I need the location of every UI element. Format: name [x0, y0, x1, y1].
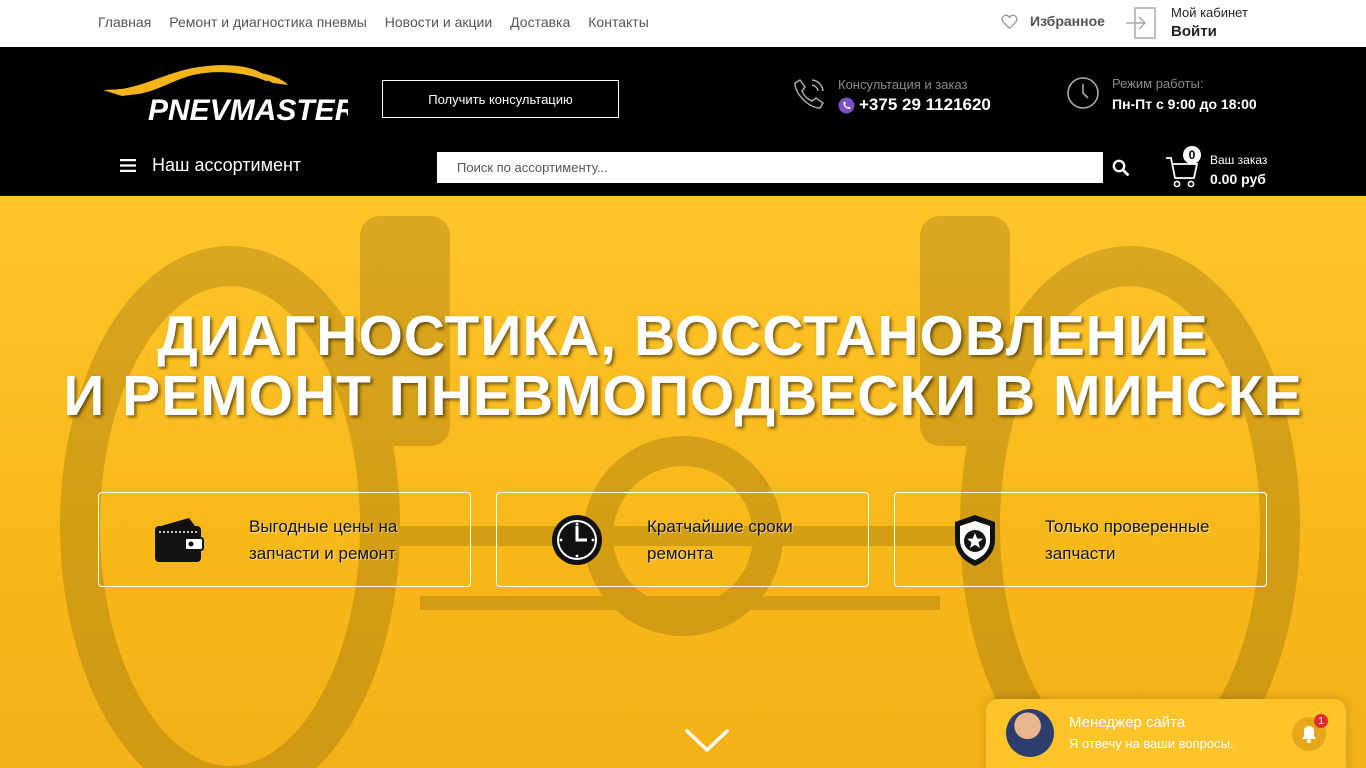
clock-icon [1067, 77, 1099, 109]
top-bar: Главная Ремонт и диагностика пневмы Ново… [0, 0, 1366, 47]
logo-text: PNEVMASTER [148, 94, 348, 125]
phone-number[interactable]: +375 29 1121620 [859, 95, 991, 115]
phone-icon [794, 79, 824, 109]
clock-icon [552, 515, 602, 565]
feature-card-quality: Только проверенные запчасти [894, 492, 1267, 587]
bell-icon [1302, 726, 1316, 743]
hours-block: Режим работы: Пн-Пт с 9:00 до 18:00 [1066, 76, 1257, 112]
viber-icon [838, 97, 855, 113]
hero-title-line-2: И РЕМОНТ ПНЕВМОПОДВЕСКИ В МИНСКЕ [63, 364, 1303, 428]
nav-link-delivery[interactable]: Доставка [510, 14, 570, 30]
cart-total: 0.00 руб [1210, 171, 1266, 187]
manager-avatar [1006, 709, 1054, 757]
assortment-menu-button[interactable]: Наш ассортимент [120, 155, 301, 176]
cart-button[interactable]: 0 Ваш заказ 0.00 руб [1165, 146, 1275, 190]
hero-title: ДИАГНОСТИКА, ВОССТАНОВЛЕНИЕ И РЕМОНТ ПНЕ… [0, 306, 1366, 426]
hamburger-icon [120, 159, 136, 172]
shield-star-icon [955, 515, 995, 566]
phone-block: Консультация и заказ +375 29 1121620 [792, 77, 991, 115]
cart-label: Ваш заказ [1210, 153, 1268, 167]
hero-title-line-1: ДИАГНОСТИКА, ВОССТАНОВЛЕНИЕ [157, 304, 1209, 368]
features-row: Выгодные цены на запчасти и ремонт Кратч… [98, 492, 1267, 587]
hours-caption: Режим работы: [1112, 76, 1204, 91]
login-link[interactable]: Мой кабинет Войти [1125, 5, 1248, 40]
top-nav: Главная Ремонт и диагностика пневмы Ново… [98, 14, 649, 30]
suspension-background-image [60, 216, 1300, 768]
chat-subtitle: Я отвечу на ваши вопросы. [1069, 736, 1234, 751]
site-logo[interactable]: PNEVMASTER [98, 63, 348, 125]
login-label: Войти [1171, 23, 1217, 40]
feature-card-speed: Кратчайшие сроки ремонта [496, 492, 869, 587]
feature-text-prices: Выгодные цены на запчасти и ремонт [249, 517, 398, 563]
search-button[interactable] [1106, 152, 1134, 183]
login-icon [1126, 6, 1156, 39]
assortment-label: Наш ассортимент [152, 155, 302, 175]
feature-text-speed: Кратчайшие сроки ремонта [647, 517, 793, 563]
notification-count-badge: 1 [1314, 714, 1328, 728]
nav-link-home[interactable]: Главная [98, 14, 151, 30]
hero-banner: ДИАГНОСТИКА, ВОССТАНОВЛЕНИЕ И РЕМОНТ ПНЕ… [0, 196, 1366, 768]
header: PNEVMASTER Получить консультацию Консуль… [0, 47, 1366, 196]
consultation-button[interactable]: Получить консультацию [382, 80, 619, 118]
cabinet-title: Мой кабинет [1171, 5, 1248, 20]
wallet-icon [155, 518, 204, 562]
hours-value: Пн-Пт с 9:00 до 18:00 [1112, 96, 1257, 112]
favorites-link[interactable]: Избранное [1001, 13, 1105, 29]
chat-widget[interactable]: Менеджер сайта Я отвечу на ваши вопросы.… [986, 699, 1346, 768]
chat-manager-name: Менеджер сайта [1069, 714, 1186, 731]
cart-count-badge: 0 [1183, 146, 1201, 164]
favorites-label: Избранное [1030, 13, 1105, 29]
chevron-down-icon[interactable] [684, 727, 730, 755]
phone-caption: Консультация и заказ [838, 77, 968, 92]
nav-link-repair[interactable]: Ремонт и диагностика пневмы [169, 14, 366, 30]
nav-link-news[interactable]: Новости и акции [385, 14, 492, 30]
feature-card-prices: Выгодные цены на запчасти и ремонт [98, 492, 471, 587]
heart-icon [1001, 14, 1018, 29]
search-input[interactable] [437, 152, 1103, 183]
nav-link-contacts[interactable]: Контакты [588, 14, 648, 30]
feature-text-quality: Только проверенные запчасти [1045, 517, 1210, 563]
search-icon [1112, 159, 1129, 176]
